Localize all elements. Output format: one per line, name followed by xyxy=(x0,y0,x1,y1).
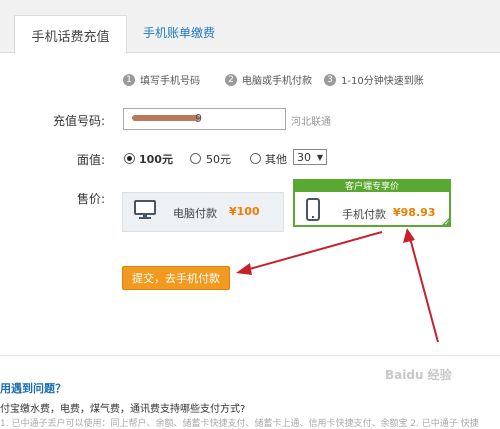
annotation-arrows xyxy=(236,228,439,343)
arrowhead-submit xyxy=(236,263,252,275)
arrow-to-price xyxy=(409,237,439,343)
section-divider xyxy=(0,355,500,356)
faq-title: 用遇到问题？ xyxy=(0,382,66,395)
arrowhead-price xyxy=(403,228,415,243)
faq-question[interactable]: 付宝缴水费，电费，煤气费，通讯费支持哪些支付方式? xyxy=(0,400,245,415)
watermark-logo: Baidu 经验 xyxy=(385,368,452,382)
faq-answer-preview: 1. 已中通子丢户可以使用：同上帮户、余额、储蓄卡快捷支付、储蓄卡上通、信用卡快… xyxy=(0,419,479,429)
arrow-to-submit xyxy=(245,231,383,271)
